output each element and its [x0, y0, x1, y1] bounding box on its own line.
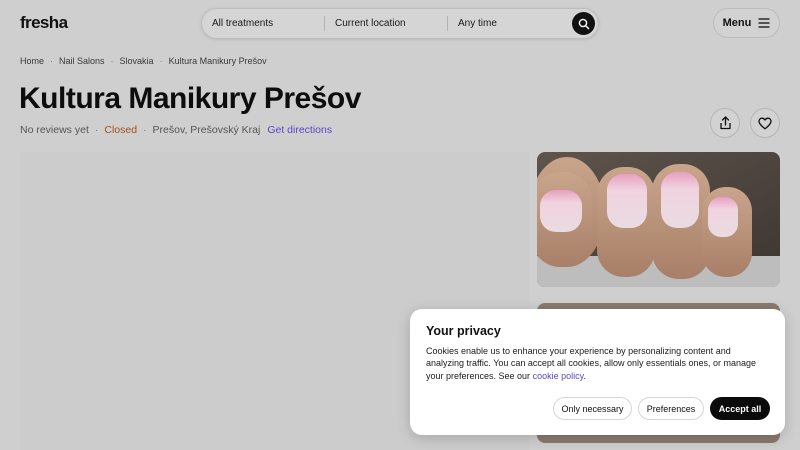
search-divider	[447, 16, 448, 31]
get-directions-link[interactable]: Get directions	[267, 124, 332, 136]
favorite-button[interactable]	[750, 108, 780, 138]
reviews-count: No reviews yet	[20, 124, 89, 136]
cookie-description: Cookies enable us to enhance your experi…	[426, 346, 757, 381]
search-divider	[324, 16, 325, 31]
meta-separator: ·	[94, 124, 99, 136]
heart-icon	[758, 117, 772, 129]
meta-separator: ·	[143, 124, 147, 136]
time-field[interactable]: Any time	[458, 9, 497, 38]
treatments-field[interactable]: All treatments	[212, 9, 273, 38]
cookie-policy-link[interactable]: cookie policy	[533, 371, 584, 381]
only-necessary-button[interactable]: Only necessary	[553, 397, 632, 420]
breadcrumb-nail-salons[interactable]: Nail Salons	[59, 56, 105, 66]
breadcrumb-current: Kultura Manikury Prešov	[168, 56, 267, 66]
share-icon	[719, 116, 731, 130]
search-button[interactable]	[572, 12, 595, 35]
cookie-text: Cookies enable us to enhance your experi…	[426, 345, 771, 382]
breadcrumb-slovakia[interactable]: Slovakia	[120, 56, 154, 66]
menu-button[interactable]: Menu	[713, 8, 780, 38]
venue-location: Prešov, Prešovský Kraj	[152, 124, 261, 136]
cookie-title: Your privacy	[426, 324, 501, 338]
gallery-photo-nails[interactable]	[537, 152, 780, 287]
nails-image	[537, 152, 780, 287]
breadcrumb-separator: ·	[110, 56, 114, 66]
breadcrumb-home[interactable]: Home	[20, 56, 44, 66]
search-bar: All treatments Current location Any time	[201, 8, 599, 39]
menu-icon	[758, 18, 770, 28]
preferences-button[interactable]: Preferences	[638, 397, 704, 420]
logo[interactable]: fresha	[20, 13, 68, 33]
breadcrumb: Home · Nail Salons · Slovakia · Kultura …	[20, 56, 267, 66]
accept-all-button[interactable]: Accept all	[710, 397, 770, 420]
menu-label: Menu	[722, 17, 752, 29]
breadcrumb-separator: ·	[159, 56, 163, 66]
page-title: Kultura Manikury Prešov	[19, 82, 361, 115]
share-button[interactable]	[710, 108, 740, 138]
cookie-dialog: Your privacy Cookies enable us to enhanc…	[410, 309, 785, 435]
search-icon	[578, 18, 589, 29]
venue-meta: No reviews yet · Closed · Prešov, Prešov…	[20, 124, 332, 136]
status-badge: Closed	[104, 124, 138, 136]
breadcrumb-separator: ·	[50, 56, 54, 66]
location-field[interactable]: Current location	[335, 9, 406, 38]
cookie-text-end: .	[583, 370, 586, 381]
